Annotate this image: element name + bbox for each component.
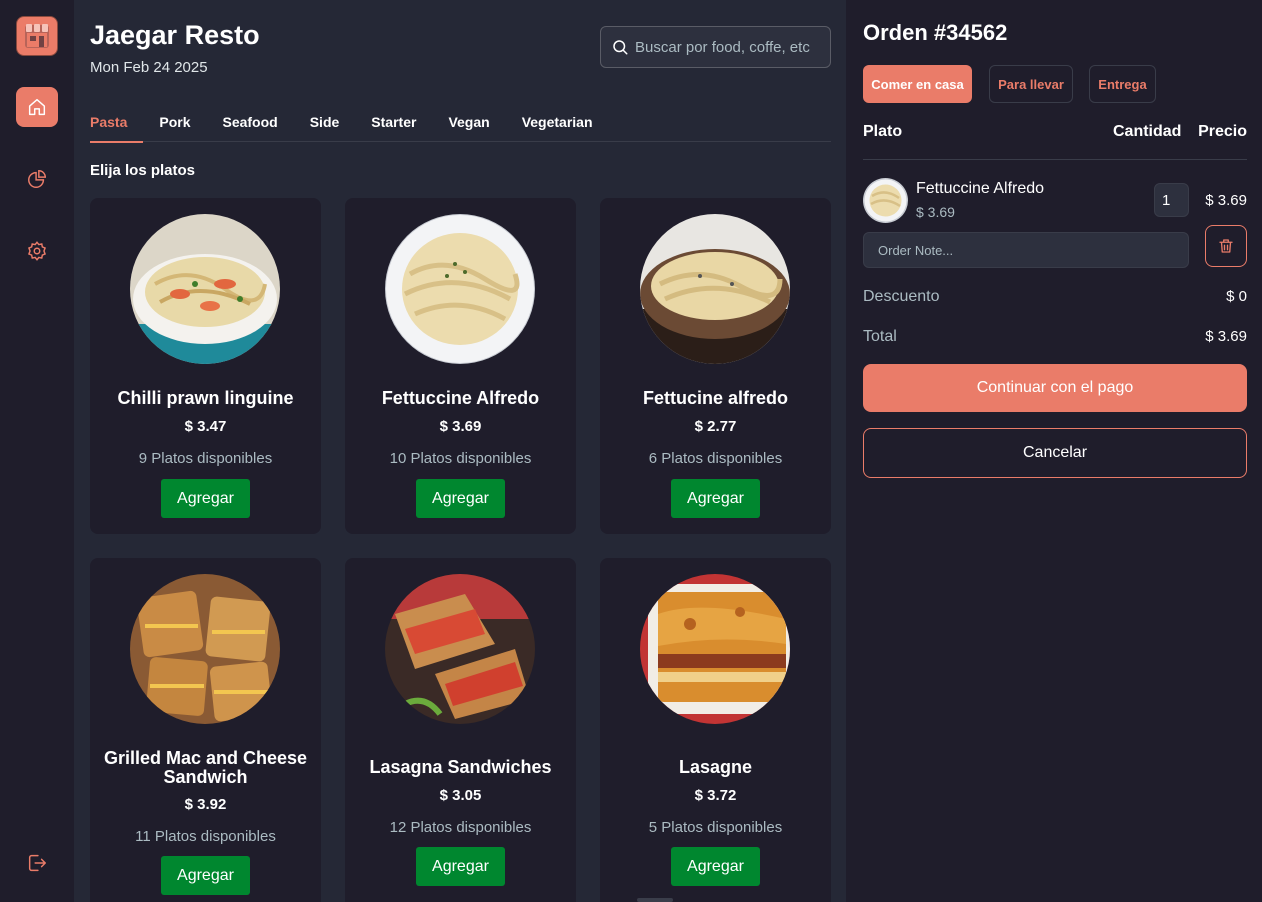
dish-image (385, 214, 535, 364)
add-dish-button[interactable]: Agregar (671, 479, 760, 518)
dish-image (640, 574, 790, 724)
discount-value: $ 0 (1226, 288, 1247, 305)
sidebar-item-dashboard[interactable] (16, 159, 58, 199)
dish-image (640, 214, 790, 364)
sidebar-item-logout[interactable] (16, 843, 58, 883)
divider (863, 159, 1247, 160)
order-item-name: Fettuccine Alfredo (916, 180, 1045, 197)
dish-price: $ 2.77 (694, 418, 737, 435)
logout-icon (28, 854, 46, 872)
sidebar-item-home[interactable] (16, 87, 58, 127)
order-item-total: $ 3.69 (1205, 192, 1247, 209)
dish-stock: 5 Platos disponibles (648, 819, 783, 836)
cancel-button[interactable]: Cancelar (863, 428, 1247, 478)
order-type-take-away[interactable]: Para llevar (989, 65, 1073, 103)
add-dish-button[interactable]: Agregar (416, 847, 505, 886)
total-value: $ 3.69 (1205, 328, 1247, 345)
total-label: Total (863, 328, 897, 345)
add-dish-button[interactable]: Agregar (671, 847, 760, 886)
order-panel: Orden #34562 Comer en casa Para llevar E… (846, 0, 1262, 902)
tab-vegetarian[interactable]: Vegetarian (506, 104, 609, 142)
trash-icon (1219, 239, 1233, 253)
sidebar-item-settings[interactable] (16, 231, 58, 271)
add-dish-button[interactable]: Agregar (161, 479, 250, 518)
dish-name: Chilli prawn linguine (117, 388, 294, 408)
pos-app: Jaegar Resto Mon Feb 24 2025 Pasta Pork … (0, 0, 1262, 902)
add-dish-button[interactable]: Agregar (416, 479, 505, 518)
search-icon (613, 40, 628, 55)
dish-stock: 12 Platos disponibles (389, 819, 532, 836)
dish-stock: 6 Platos disponibles (648, 450, 783, 467)
dish-stock: 9 Platos disponibles (138, 450, 273, 467)
continue-payment-button[interactable]: Continuar con el pago (863, 364, 1247, 412)
store-logo-icon[interactable] (16, 16, 58, 56)
order-type-dine-in[interactable]: Comer en casa (863, 65, 972, 103)
dish-price: $ 3.69 (439, 418, 482, 435)
home-icon (28, 98, 46, 116)
dish-price: $ 3.72 (694, 787, 737, 804)
search-input[interactable] (635, 38, 825, 56)
dish-name: Lasagna Sandwiches (369, 757, 552, 777)
sidebar (0, 0, 74, 902)
dish-card: Lasagna Sandwiches $ 3.05 12 Platos disp… (345, 558, 576, 902)
tab-starter[interactable]: Starter (355, 104, 432, 142)
dish-image (130, 574, 280, 724)
discount-label: Descuento (863, 288, 940, 305)
search-box[interactable] (600, 26, 831, 68)
order-type-delivery[interactable]: Entrega (1089, 65, 1156, 103)
dish-name: Fettuccine Alfredo (381, 388, 540, 408)
dish-card: Grilled Mac and Cheese Sandwich $ 3.92 1… (90, 558, 321, 902)
dish-stock: 10 Platos disponibles (389, 450, 532, 467)
dish-card: Lasagne $ 3.72 5 Platos disponibles Agre… (600, 558, 831, 902)
dish-card: Fettucine alfredo $ 2.77 6 Platos dispon… (600, 198, 831, 534)
category-tabs: Pasta Pork Seafood Side Starter Vegan Ve… (90, 104, 831, 143)
dish-name: Lasagne (678, 757, 753, 777)
dish-card: Chilli prawn linguine $ 3.47 9 Platos di… (90, 198, 321, 534)
order-title: Orden #34562 (863, 20, 1008, 45)
dish-stock: 11 Platos disponibles (135, 828, 276, 845)
page-title: Jaegar Resto (90, 20, 260, 50)
dish-name: Fettucine alfredo (642, 388, 789, 408)
tab-pork[interactable]: Pork (143, 104, 206, 142)
tab-pasta[interactable]: Pasta (90, 104, 144, 143)
gear-icon (28, 241, 46, 261)
current-date: Mon Feb 24 2025 (90, 59, 208, 76)
quantity-input[interactable] (1154, 183, 1189, 217)
tab-side[interactable]: Side (294, 104, 356, 142)
delete-item-button[interactable] (1205, 225, 1247, 267)
dish-image (385, 574, 535, 724)
order-item-unit-price: $ 3.69 (916, 204, 955, 220)
column-header-quantity: Cantidad (1113, 123, 1182, 140)
pie-chart-icon (28, 170, 46, 188)
order-note-input[interactable] (863, 232, 1189, 268)
dish-card: Fettuccine Alfredo $ 3.69 10 Platos disp… (345, 198, 576, 534)
dish-price: $ 3.92 (184, 796, 227, 813)
section-title: Elija los platos (90, 162, 196, 179)
tab-vegan[interactable]: Vegan (432, 104, 505, 142)
tab-seafood[interactable]: Seafood (206, 104, 293, 142)
order-item-image (863, 178, 908, 223)
scrollbar[interactable] (637, 898, 673, 902)
column-header-price: Precio (1198, 123, 1247, 140)
dish-image (130, 214, 280, 364)
column-header-dish: Plato (863, 123, 903, 140)
dish-price: $ 3.05 (439, 787, 482, 804)
dish-price: $ 3.47 (184, 418, 227, 435)
add-dish-button[interactable]: Agregar (161, 856, 250, 895)
menu-area: Jaegar Resto Mon Feb 24 2025 Pasta Pork … (74, 0, 846, 902)
dish-name: Grilled Mac and Cheese Sandwich (103, 748, 308, 787)
